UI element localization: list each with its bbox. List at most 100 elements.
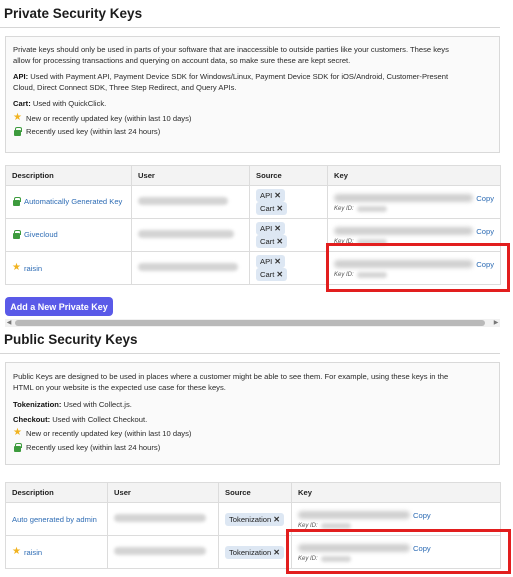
column-header-key: Key xyxy=(291,482,501,503)
source-tag-label: API xyxy=(260,257,273,266)
source-tag-label: Tokenization xyxy=(229,547,272,557)
tokenization-text: Used with Collect.js. xyxy=(61,400,132,409)
recent-key-icon xyxy=(13,443,22,452)
public-intro-line2: HTML on your website is the expected use… xyxy=(13,383,226,392)
remove-tag-icon[interactable]: ✕ xyxy=(276,204,283,213)
scroll-left-icon[interactable]: ◀ xyxy=(5,319,13,327)
star-icon: ★ xyxy=(13,112,22,123)
column-header-user: User xyxy=(107,482,219,503)
api-description: API: Used with Payment API, Payment Devi… xyxy=(13,71,448,82)
key-redacted xyxy=(298,511,410,519)
key-redacted xyxy=(334,227,474,235)
remove-tag-icon[interactable]: ✕ xyxy=(274,191,281,200)
legend-new-text: New or recently updated key (within last… xyxy=(25,113,192,123)
source-tag-label: Cart xyxy=(260,270,275,279)
api-label: API: xyxy=(13,72,29,81)
highlight-box xyxy=(286,529,511,574)
cart-label: Cart: xyxy=(13,99,31,108)
source-tag-label: Cart xyxy=(260,204,275,213)
legend-recent-text: Recently used key (within last 24 hours) xyxy=(26,443,161,452)
copy-key-link[interactable]: Copy xyxy=(476,227,494,236)
copy-key-link[interactable]: Copy xyxy=(476,194,494,203)
user-redacted xyxy=(114,547,206,555)
private-intro-line1: Private keys should only be used in part… xyxy=(13,45,449,54)
public-intro-line1: Public Keys are designed to be used in p… xyxy=(13,372,449,381)
source-tag: Cart ✕ xyxy=(256,235,288,248)
key-redacted xyxy=(334,194,474,202)
checkout-label: Checkout: xyxy=(13,415,51,424)
key-description-text: Automatically Generated Key xyxy=(24,196,123,206)
user-redacted xyxy=(138,230,234,238)
checkout-description: Checkout: Used with Collect Checkout. xyxy=(13,414,147,425)
source-tag: Cart ✕ xyxy=(256,268,288,281)
source-tag: API ✕ xyxy=(256,189,285,202)
user-redacted xyxy=(138,197,228,205)
source-tag-label: API xyxy=(260,224,273,233)
legend-recent-text: Recently used key (within last 24 hours) xyxy=(26,127,161,136)
key-description-link[interactable]: ★ raisin xyxy=(12,547,42,557)
add-private-key-button[interactable]: Add a New Private Key xyxy=(5,297,113,316)
api-text-line1: Used with Payment API, Payment Device SD… xyxy=(28,72,449,81)
tokenization-description: Tokenization: Used with Collect.js. xyxy=(13,399,132,410)
highlight-box xyxy=(326,243,510,292)
source-tag: Tokenization ✕ xyxy=(225,545,284,559)
column-header-user: User xyxy=(131,165,250,186)
key-description-text: Givecloud xyxy=(24,229,58,239)
key-id-redacted xyxy=(356,205,387,212)
remove-tag-icon[interactable]: ✕ xyxy=(276,237,283,246)
source-tag: Tokenization ✕ xyxy=(225,512,284,526)
recent-key-icon xyxy=(12,196,21,206)
source-tag: API ✕ xyxy=(256,255,285,268)
public-title-divider xyxy=(0,353,500,354)
key-id-label: Key ID: xyxy=(334,205,354,212)
key-description-text: raisin xyxy=(23,547,43,557)
source-tag: Cart ✕ xyxy=(256,202,288,215)
key-description-link[interactable]: Givecloud xyxy=(12,229,58,239)
public-keys-title: Public Security Keys xyxy=(4,332,138,347)
table-header-row: Description User Source Key xyxy=(5,165,501,186)
source-tag-label: API xyxy=(260,191,273,200)
public-legend-new: ★ New or recently updated key (within la… xyxy=(13,428,191,438)
remove-tag-icon[interactable]: ✕ xyxy=(274,257,281,266)
star-icon: ★ xyxy=(13,427,22,438)
star-icon: ★ xyxy=(12,546,21,557)
column-header-source: Source xyxy=(249,165,328,186)
source-tag-label: Tokenization xyxy=(229,514,272,524)
recent-key-icon xyxy=(12,229,21,239)
remove-tag-icon[interactable]: ✕ xyxy=(273,515,280,524)
private-intro-line2: allow for processing transactions and qu… xyxy=(13,56,351,65)
user-redacted xyxy=(138,263,238,271)
key-description-link[interactable]: Automatically Generated Key xyxy=(12,196,123,206)
key-description-link[interactable]: ★ raisin xyxy=(12,263,42,273)
table-header-row: Description User Source Key xyxy=(5,482,501,503)
remove-tag-icon[interactable]: ✕ xyxy=(276,270,283,279)
cart-description: Cart: Used with QuickClick. xyxy=(13,98,106,109)
public-info-panel: Public Keys are designed to be used in p… xyxy=(5,362,500,465)
checkout-text: Used with Collect Checkout. xyxy=(50,415,148,424)
horizontal-scrollbar[interactable]: ◀ ▶ xyxy=(5,319,500,327)
table-row: Automatically Generated Key API ✕ Cart ✕ Co… xyxy=(5,185,501,219)
copy-key-link[interactable]: Copy xyxy=(413,511,431,520)
key-description-link[interactable]: Auto generated by admin xyxy=(12,515,97,524)
key-description-text: Auto generated by admin xyxy=(12,514,97,524)
recent-key-icon xyxy=(13,127,22,136)
column-header-description: Description xyxy=(5,165,132,186)
remove-tag-icon[interactable]: ✕ xyxy=(274,224,281,233)
star-icon: ★ xyxy=(12,262,21,273)
api-text-line2: Cloud, Direct Connect SDK, Three Step Re… xyxy=(13,83,237,92)
scrollbar-thumb[interactable] xyxy=(15,320,485,326)
legend-new-text: New or recently updated key (within last… xyxy=(25,428,192,438)
private-legend-new: ★ New or recently updated key (within la… xyxy=(13,113,191,123)
public-legend-recent: Recently used key (within last 24 hours) xyxy=(13,443,160,452)
private-legend-recent: Recently used key (within last 24 hours) xyxy=(13,127,160,136)
user-redacted xyxy=(114,514,206,522)
private-info-panel: Private keys should only be used in part… xyxy=(5,36,500,153)
key-id-redacted xyxy=(320,522,351,529)
key-id-label: Key ID: xyxy=(298,522,318,529)
source-tag: API ✕ xyxy=(256,222,285,235)
private-title-divider xyxy=(0,27,500,28)
remove-tag-icon[interactable]: ✕ xyxy=(273,548,280,557)
source-tag-label: Cart xyxy=(260,237,275,246)
scroll-right-icon[interactable]: ▶ xyxy=(492,319,500,327)
column-header-key: Key xyxy=(327,165,501,186)
